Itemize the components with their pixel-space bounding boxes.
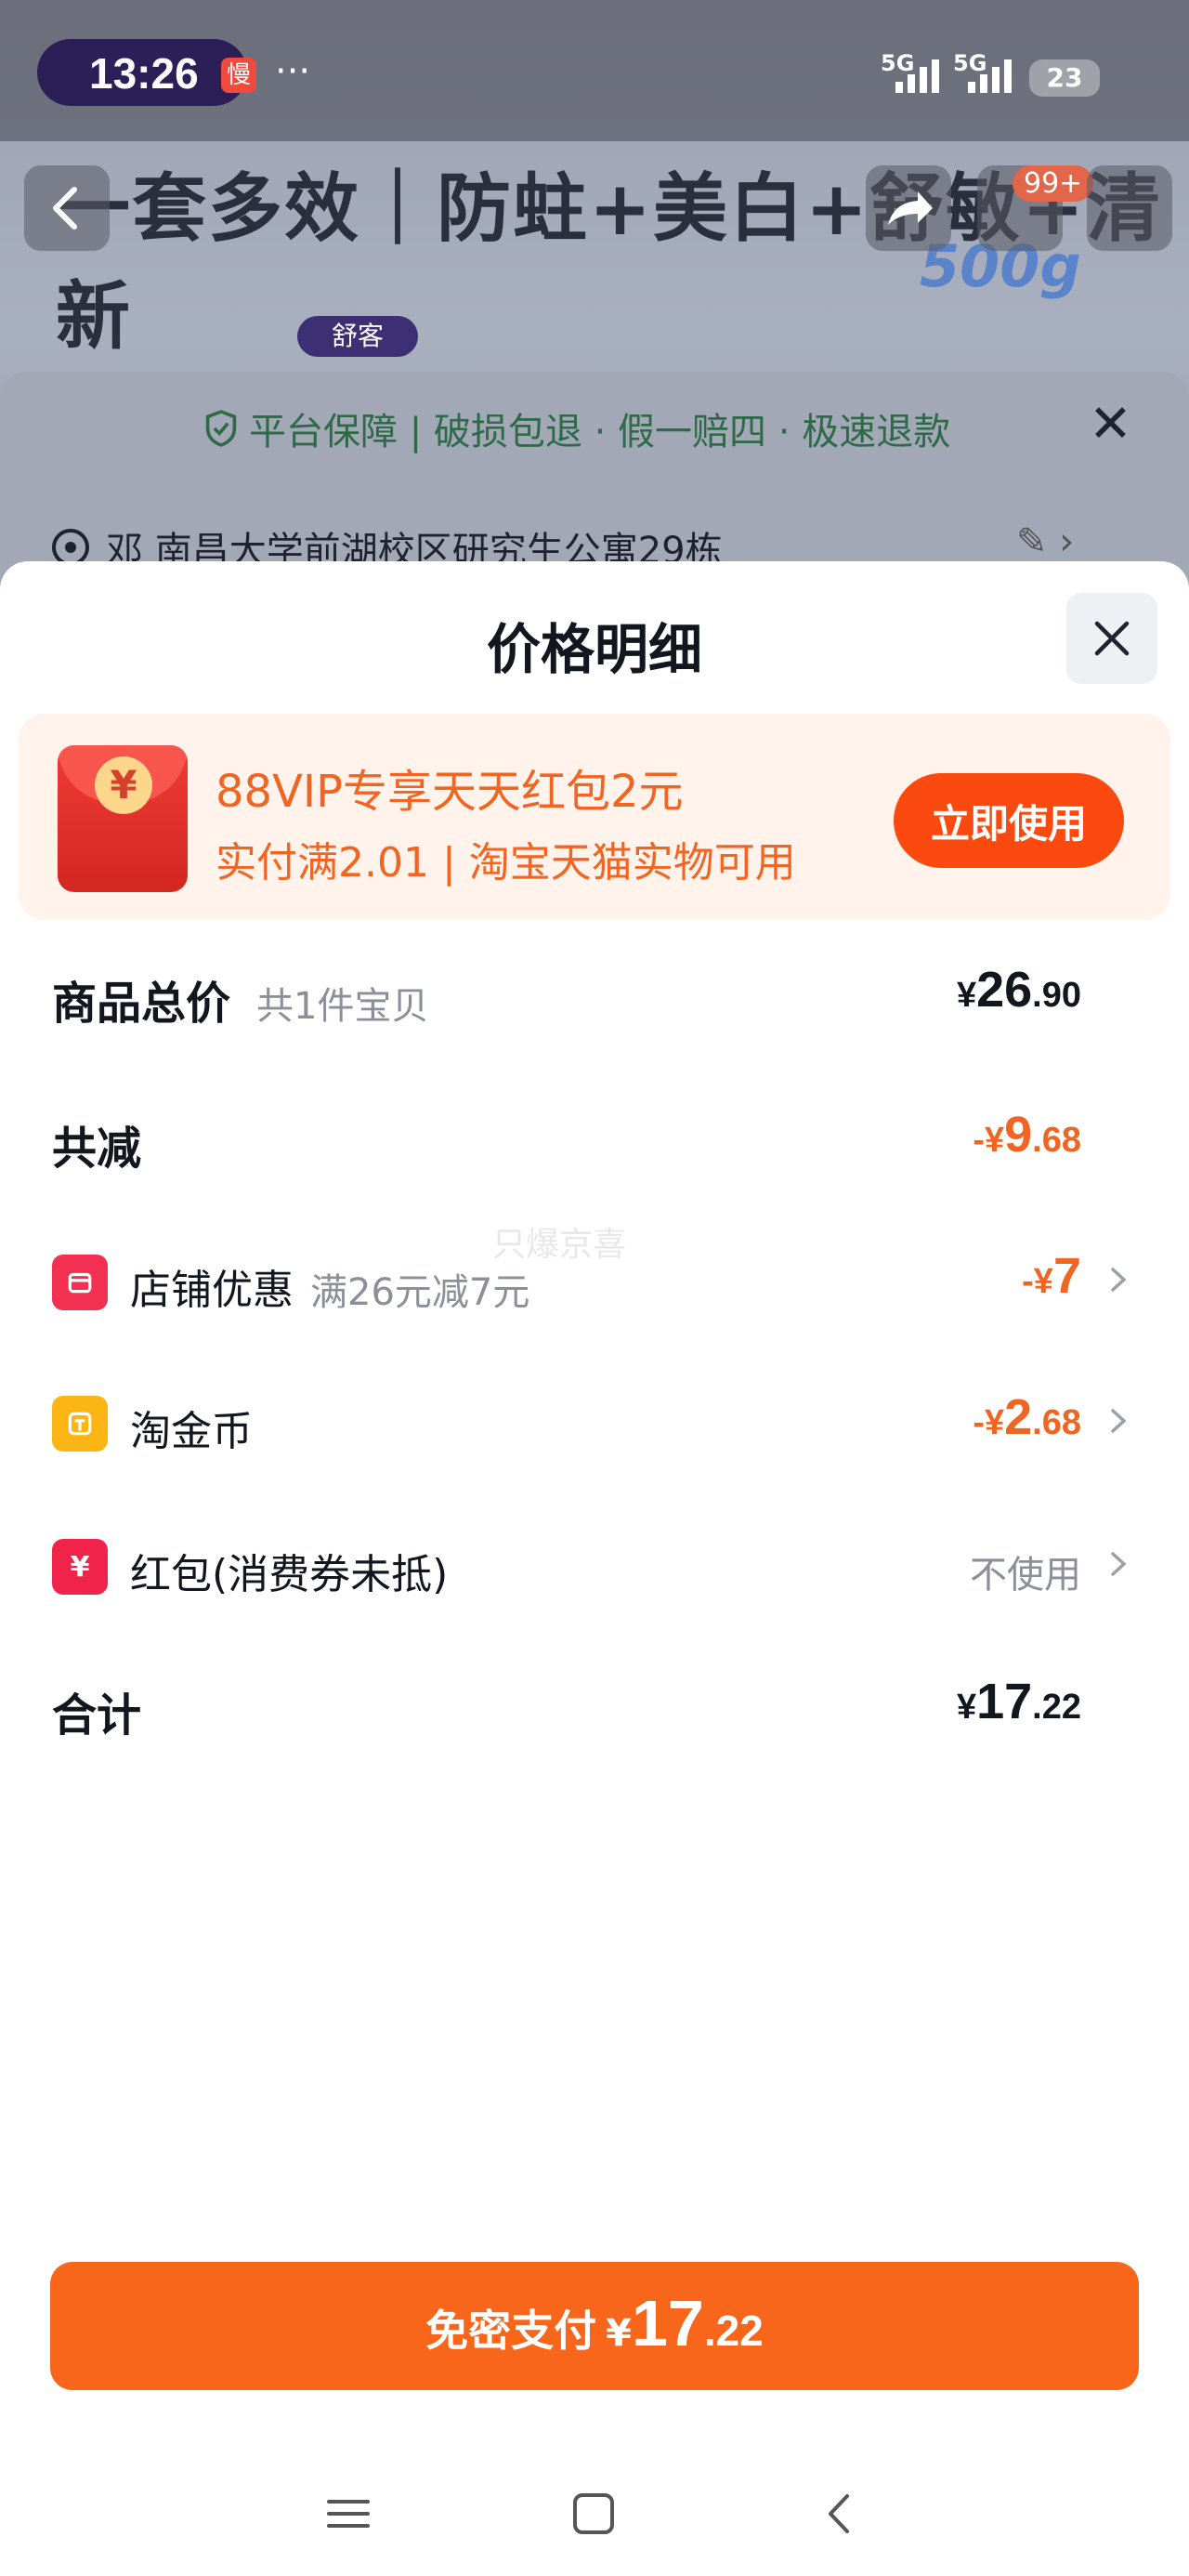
taojinbi-label: 淘金币: [130, 1408, 253, 1455]
edit-icon[interactable]: ✎ ›: [1016, 520, 1074, 563]
sheet-title: 价格明细: [486, 618, 702, 681]
status-time: 13:26: [89, 49, 199, 98]
chevron-right-icon: [1111, 1268, 1127, 1292]
battery-icon: 23: [1029, 59, 1100, 97]
location-icon: [52, 529, 89, 566]
discount-total-row: 共减 -¥9.68: [0, 1097, 1189, 1180]
status-bar: 13:26 慢 ··· 5G 5G 23: [0, 0, 1189, 141]
discount-total-amount: -¥9.68: [973, 1107, 1081, 1163]
taojinbi-amount: -¥2.68: [973, 1389, 1081, 1445]
total-price-label: 商品总价: [52, 978, 231, 1030]
pay-currency: ¥: [606, 2312, 632, 2355]
promo-subtitle: 实付满2.01 | 淘宝天猫实物可用: [216, 839, 796, 887]
home-icon[interactable]: [552, 2472, 635, 2556]
watermark-text: 只爆京喜: [492, 1226, 627, 1264]
sum-row: 合计 ¥17.22: [0, 1663, 1189, 1747]
store-discount-label: 店铺优惠: [130, 1267, 294, 1314]
back-button[interactable]: [24, 165, 110, 251]
redpacket-label: 红包(消费券未抵): [130, 1551, 449, 1598]
discount-total-label: 共减: [52, 1123, 142, 1175]
slow-badge: 慢: [221, 58, 256, 93]
item-count: 共1件宝贝: [256, 985, 429, 1028]
password-free-pay-button[interactable]: 免密支付 ¥ 17 .22: [50, 2262, 1139, 2390]
redpacket-status: 不使用: [970, 1554, 1081, 1597]
pay-amount-decimal: .22: [703, 2307, 764, 2355]
shield-check-icon: [205, 410, 237, 447]
signal-icon: [895, 59, 939, 93]
status-more-dots: ···: [275, 50, 311, 93]
sum-amount: ¥17.22: [956, 1674, 1081, 1729]
close-icon: [1094, 621, 1130, 656]
store-icon: [52, 1255, 108, 1310]
pay-label: 免密支付: [425, 2306, 597, 2356]
redpacket-icon: ¥: [52, 1539, 108, 1595]
more-menu-button[interactable]: [1087, 165, 1172, 251]
system-nav-bar: [0, 2453, 1189, 2576]
use-now-button[interactable]: 立即使用: [894, 773, 1124, 868]
chevron-right-icon: [1111, 1409, 1127, 1433]
store-discount-rule: 满26元减7元: [310, 1271, 530, 1314]
vip-redpacket-promo: ¥ 88VIP专享天天红包2元 实付满2.01 | 淘宝天猫实物可用 立即使用: [19, 714, 1170, 920]
back-nav-icon[interactable]: [799, 2472, 882, 2556]
cart-badge: 99+: [1013, 165, 1094, 202]
brand-logo: 舒客: [297, 316, 418, 357]
guarantee-text: 平台保障 | 破损包退 · 假一赔四 · 极速退款: [249, 411, 951, 453]
chevron-right-icon: [1111, 1552, 1127, 1576]
promo-title: 88VIP专享天天红包2元: [216, 766, 684, 818]
red-envelope-icon: ¥: [58, 745, 188, 892]
guarantee-banner: 平台保障 | 破损包退 · 假一赔四 · 极速退款: [204, 401, 950, 455]
taojinbi-row[interactable]: 淘金币 -¥2.68: [0, 1379, 1189, 1463]
store-discount-amount: -¥7: [1022, 1248, 1081, 1304]
menu-icon[interactable]: [307, 2472, 390, 2556]
close-button[interactable]: [1066, 593, 1157, 684]
share-button[interactable]: [866, 165, 951, 251]
redpacket-row[interactable]: ¥ 红包(消费券未抵) 不使用: [0, 1522, 1189, 1606]
total-price-row: 商品总价 共1件宝贝 ¥26.90: [0, 952, 1189, 1035]
guarantee-close-icon[interactable]: ✕: [1089, 394, 1132, 454]
pay-amount-integer: 17: [632, 2287, 704, 2359]
total-price-amount: ¥26.90: [956, 962, 1081, 1018]
sum-label: 合计: [52, 1689, 142, 1741]
coin-icon: [52, 1396, 108, 1452]
signal-icon: [968, 59, 1012, 93]
yen-coin-icon: ¥: [95, 756, 152, 814]
